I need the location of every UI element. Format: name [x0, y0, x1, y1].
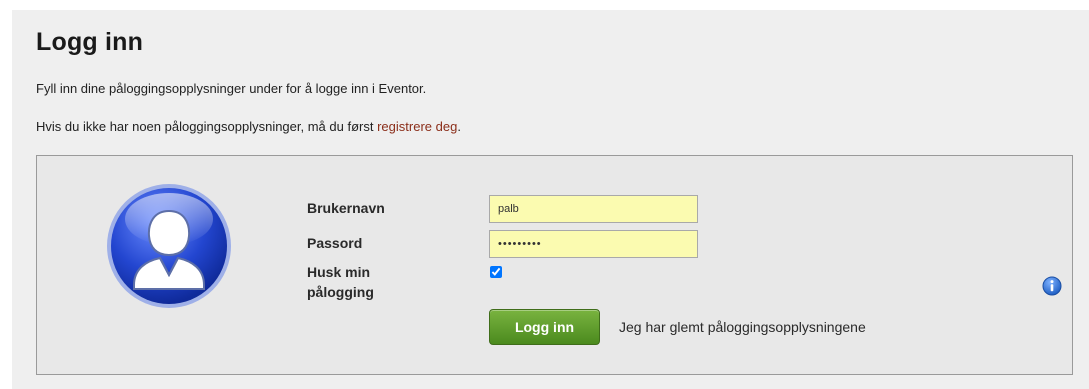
username-field[interactable] — [489, 195, 698, 223]
info-icon[interactable] — [1042, 276, 1062, 296]
remember-checkbox[interactable] — [490, 266, 502, 278]
password-field[interactable] — [489, 230, 698, 258]
login-box: Brukernavn Passord Husk min pålogging Lo… — [36, 155, 1073, 375]
register-link[interactable]: registrere deg — [377, 119, 457, 134]
user-avatar-icon — [107, 184, 231, 308]
remember-label: Husk min pålogging — [307, 264, 374, 300]
forgot-credentials-link[interactable]: Jeg har glemt påloggingsopplysningene — [619, 319, 866, 335]
register-hint-prefix: Hvis du ikke har noen påloggingsopplysni… — [36, 119, 378, 134]
username-label: Brukernavn — [307, 200, 385, 216]
password-label: Passord — [307, 235, 363, 251]
register-hint: Hvis du ikke har noen påloggingsopplysni… — [36, 119, 461, 134]
intro-text: Fyll inn dine påloggingsopplysninger und… — [36, 81, 427, 96]
page-title: Logg inn — [36, 28, 144, 56]
register-hint-suffix: . — [457, 119, 461, 134]
login-button[interactable]: Logg inn — [489, 309, 600, 345]
